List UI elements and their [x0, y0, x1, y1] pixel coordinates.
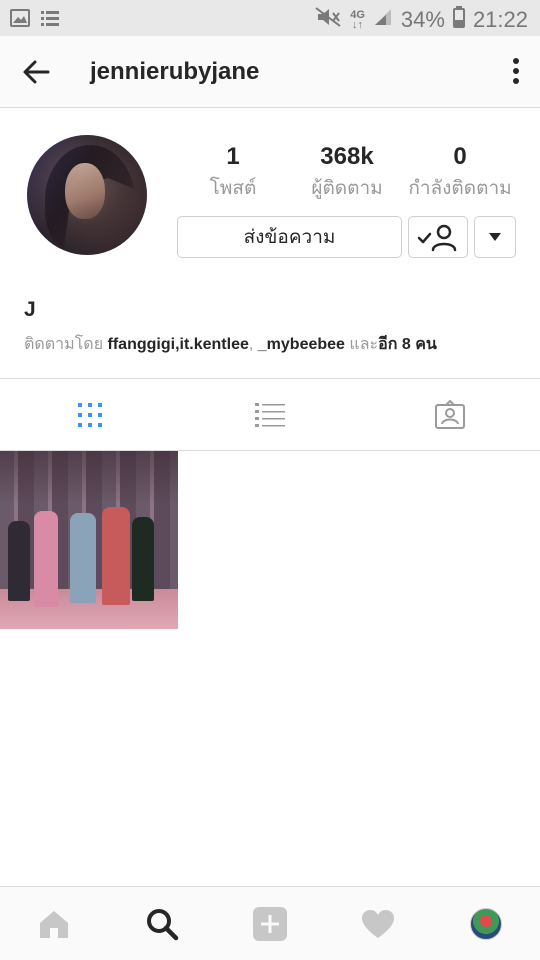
post-figure-5 [132, 517, 154, 601]
posts-count-label: โพสต์ [209, 178, 257, 199]
nav-new-post[interactable] [216, 887, 324, 960]
post-figure-3 [70, 513, 96, 603]
following-count-label: กำลังติดตาม [408, 178, 512, 199]
followers-count-value: 368k [320, 143, 374, 170]
own-profile-avatar-icon [470, 908, 502, 940]
following-count[interactable]: 0 กำลังติดตาม [404, 142, 516, 204]
separator-2: , [248, 336, 254, 353]
more-vertical-icon [513, 58, 519, 84]
nav-activity[interactable] [324, 887, 432, 960]
home-icon [40, 911, 68, 938]
post-figure-4 [102, 507, 130, 605]
heart-icon [362, 910, 394, 938]
posts-count-value: 1 [226, 143, 240, 170]
follower-link-1[interactable]: ffanggigi [108, 336, 176, 353]
network-type: 4G ↓↑ [350, 8, 365, 31]
mute-icon [314, 6, 342, 33]
profile-avatar[interactable] [27, 135, 147, 255]
nav-search[interactable] [108, 887, 216, 960]
list-notification-icon [40, 9, 60, 32]
profile-full-name: J [24, 298, 36, 321]
following-status-button[interactable] [408, 216, 468, 258]
signal-icon [373, 7, 393, 32]
nav-home[interactable] [0, 887, 108, 960]
image-notification-icon [10, 9, 30, 32]
caret-down-icon [489, 233, 501, 241]
post-figure-1 [8, 521, 30, 601]
followed-by-others-link[interactable]: อีก 8 คน [378, 336, 437, 353]
follower-link-2[interactable]: it.kentlee [180, 336, 249, 353]
person-check-icon [417, 224, 457, 252]
tab-grid-view[interactable] [0, 379, 180, 451]
tab-list-view[interactable] [180, 379, 360, 451]
back-button[interactable] [18, 54, 54, 90]
more-options-button[interactable] [508, 56, 524, 88]
followers-count[interactable]: 368k ผู้ติดตาม [300, 142, 394, 204]
profile-view-tabs [0, 378, 540, 451]
search-icon [147, 909, 179, 941]
following-count-value: 0 [453, 143, 467, 170]
app-header: jennierubyjane [0, 36, 540, 108]
followed-by-prefix: ติดตามโดย [24, 336, 104, 353]
follower-link-3[interactable]: _mybeebee [258, 336, 345, 353]
tagged-person-icon [435, 400, 465, 429]
clock: 21:22 [472, 6, 528, 32]
battery-icon [452, 6, 465, 33]
status-bar-right: 4G ↓↑ 34% 21:22 [314, 6, 528, 33]
post-figure-2 [34, 511, 58, 607]
status-bar: 4G ↓↑ 34% 21:22 [0, 0, 540, 36]
battery-percent: 34% [400, 6, 445, 32]
bottom-navigation [0, 886, 540, 960]
tab-tagged-photos[interactable] [360, 379, 540, 451]
back-arrow-icon [23, 60, 50, 84]
followed-by-text[interactable]: ติดตามโดย ffanggigi,it.kentlee, _mybeebe… [24, 332, 437, 357]
suggestions-dropdown-button[interactable] [474, 216, 516, 258]
list-icon [255, 403, 285, 427]
status-bar-left [10, 9, 60, 32]
followers-count-label: ผู้ติดตาม [311, 178, 383, 199]
nav-profile[interactable] [432, 887, 540, 960]
add-post-icon [253, 907, 287, 941]
grid-icon [78, 403, 102, 427]
posts-count[interactable]: 1 โพสต์ [193, 142, 273, 204]
post-thumbnail[interactable] [0, 451, 178, 629]
message-button[interactable]: ส่งข้อความ [177, 216, 402, 258]
followed-by-conjunction: และ [349, 336, 379, 353]
profile-username: jennierubyjane [90, 58, 260, 85]
avatar-tint [27, 135, 147, 255]
